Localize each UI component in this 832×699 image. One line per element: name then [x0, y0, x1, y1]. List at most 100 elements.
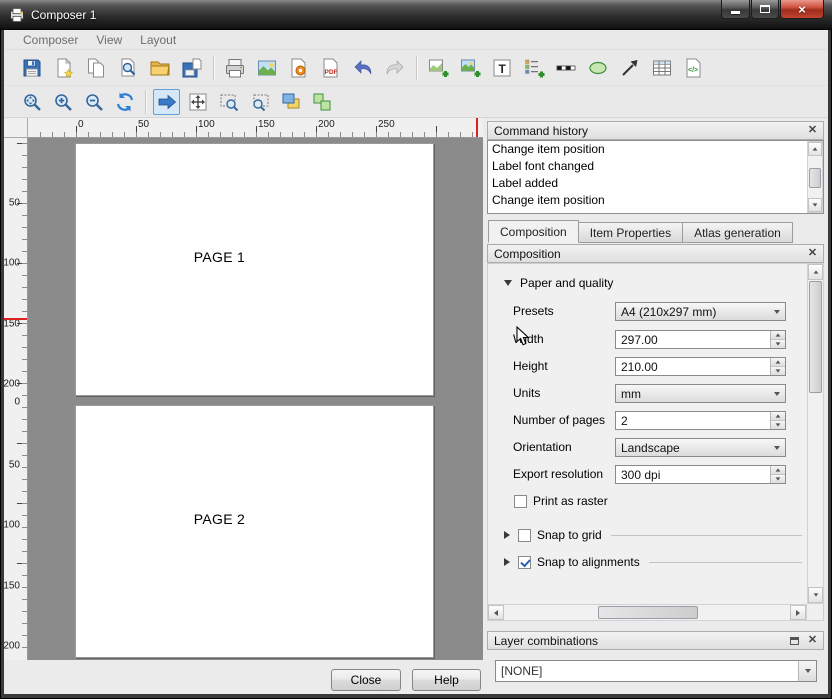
- svg-text:PDF: PDF: [325, 69, 338, 76]
- width-spinner[interactable]: 297.00: [615, 330, 786, 349]
- close-button[interactable]: Close: [331, 669, 401, 691]
- spin-down-button[interactable]: [771, 367, 785, 375]
- scroll-up-button[interactable]: [808, 264, 823, 280]
- print-button[interactable]: [221, 54, 249, 82]
- layer-combinations-dropdown[interactable]: [NONE]: [495, 660, 817, 682]
- spin-down-button[interactable]: [771, 475, 785, 483]
- add-attribute-table-button[interactable]: [648, 54, 676, 82]
- scroll-down-button[interactable]: [808, 198, 822, 212]
- tab-atlas-generation[interactable]: Atlas generation: [683, 222, 793, 243]
- redo-button[interactable]: [381, 54, 409, 82]
- maximize-button[interactable]: [751, 0, 779, 19]
- spin-up-button[interactable]: [771, 331, 785, 340]
- tab-composition[interactable]: Composition: [488, 220, 579, 243]
- zoom-region-button[interactable]: [215, 89, 242, 115]
- zoom-in-button[interactable]: [49, 89, 76, 115]
- zoom-full-button[interactable]: [18, 89, 45, 115]
- scrollbar-thumb[interactable]: [598, 606, 698, 619]
- scrollbar-thumb[interactable]: [809, 168, 821, 188]
- save-template-button[interactable]: [178, 54, 206, 82]
- export-image-icon: [256, 57, 278, 79]
- add-legend-button[interactable]: [520, 54, 548, 82]
- add-shape-button[interactable]: [584, 54, 612, 82]
- load-template-button[interactable]: [146, 54, 174, 82]
- snap-to-alignments-checkbox[interactable]: [518, 556, 531, 569]
- help-button[interactable]: Help: [412, 669, 481, 691]
- history-item[interactable]: Change item position: [488, 141, 823, 158]
- scroll-down-button[interactable]: [808, 587, 823, 603]
- add-map-button[interactable]: [424, 54, 452, 82]
- add-label-button[interactable]: T: [488, 54, 516, 82]
- history-item[interactable]: Label font changed: [488, 158, 823, 175]
- menu-layout[interactable]: Layout: [131, 31, 185, 49]
- menu-composer[interactable]: Composer: [14, 31, 87, 49]
- spin-up-button[interactable]: [771, 466, 785, 475]
- orientation-dropdown[interactable]: Landscape: [615, 438, 786, 457]
- num-pages-spinner[interactable]: 2: [615, 411, 786, 430]
- refresh-button[interactable]: [111, 89, 138, 115]
- spin-buttons[interactable]: [770, 412, 785, 429]
- spin-buttons[interactable]: [770, 466, 785, 483]
- export-pdf-button[interactable]: PDF: [317, 54, 345, 82]
- composition-canvas[interactable]: PAGE 1 PAGE 2: [28, 138, 483, 660]
- page-2[interactable]: PAGE 2: [75, 405, 434, 658]
- scroll-right-button[interactable]: [790, 605, 806, 620]
- ruler-number: 150: [3, 319, 20, 330]
- title-bar[interactable]: Composer 1 ×: [0, 0, 832, 30]
- snap-to-alignments-group[interactable]: Snap to alignments: [504, 555, 802, 569]
- panel-vertical-scrollbar[interactable]: [807, 263, 824, 604]
- close-command-history-button[interactable]: ✕: [805, 124, 820, 137]
- export-image-button[interactable]: [253, 54, 281, 82]
- scroll-left-button[interactable]: [488, 605, 504, 620]
- export-resolution-spinner[interactable]: 300 dpi: [615, 465, 786, 484]
- add-arrow-button[interactable]: [616, 54, 644, 82]
- tab-item-properties[interactable]: Item Properties: [579, 222, 683, 243]
- export-svg-button[interactable]: [285, 54, 313, 82]
- close-composition-panel-button[interactable]: ✕: [805, 247, 820, 260]
- snap-to-grid-group[interactable]: Snap to grid: [504, 528, 802, 542]
- scroll-up-button[interactable]: [808, 142, 822, 156]
- menu-view[interactable]: View: [87, 31, 131, 49]
- minimize-button[interactable]: [721, 0, 750, 19]
- presets-dropdown[interactable]: A4 (210x297 mm): [615, 302, 786, 321]
- spin-down-button[interactable]: [771, 340, 785, 348]
- command-history-list[interactable]: Change item position Label font changed …: [487, 140, 824, 214]
- print-as-raster-checkbox[interactable]: [514, 495, 527, 508]
- app-icon: [9, 7, 25, 23]
- group-items-button[interactable]: [308, 89, 335, 115]
- raise-items-button[interactable]: [277, 89, 304, 115]
- add-scalebar-button[interactable]: [552, 54, 580, 82]
- panel-horizontal-scrollbar[interactable]: [487, 604, 807, 621]
- close-layer-combinations-button[interactable]: ✕: [805, 634, 820, 647]
- history-item[interactable]: Label added: [488, 175, 823, 192]
- page-1[interactable]: PAGE 1: [75, 143, 434, 396]
- close-window-button[interactable]: ×: [780, 0, 824, 19]
- spin-down-button[interactable]: [771, 421, 785, 429]
- zoom-out-button[interactable]: [80, 89, 107, 115]
- float-panel-button[interactable]: [787, 634, 802, 647]
- zoom-last-button[interactable]: [246, 89, 273, 115]
- spin-buttons[interactable]: [770, 358, 785, 375]
- add-image-button[interactable]: [456, 54, 484, 82]
- new-composition-button[interactable]: [50, 54, 78, 82]
- spin-up-button[interactable]: [771, 358, 785, 367]
- paper-quality-group-header[interactable]: Paper and quality: [504, 276, 613, 290]
- add-html-button[interactable]: </>: [680, 54, 708, 82]
- undo-button[interactable]: [349, 54, 377, 82]
- save-button[interactable]: [18, 54, 46, 82]
- snap-to-grid-checkbox[interactable]: [518, 529, 531, 542]
- spin-buttons[interactable]: [770, 331, 785, 348]
- units-dropdown[interactable]: mm: [615, 384, 786, 403]
- scrollbar-thumb[interactable]: [809, 281, 822, 393]
- history-item[interactable]: Change item position: [488, 192, 823, 209]
- composer-manager-button[interactable]: [114, 54, 142, 82]
- move-item-content-button[interactable]: [184, 89, 211, 115]
- spin-up-button[interactable]: [771, 412, 785, 421]
- history-scrollbar[interactable]: [807, 141, 823, 213]
- page-1-label-item[interactable]: PAGE 1: [194, 249, 245, 265]
- page-2-label-item[interactable]: PAGE 2: [194, 511, 245, 527]
- height-spinner[interactable]: 210.00: [615, 357, 786, 376]
- select-move-item-button[interactable]: [153, 89, 180, 115]
- duplicate-composition-button[interactable]: [82, 54, 110, 82]
- collapse-arrow-icon: [504, 531, 510, 539]
